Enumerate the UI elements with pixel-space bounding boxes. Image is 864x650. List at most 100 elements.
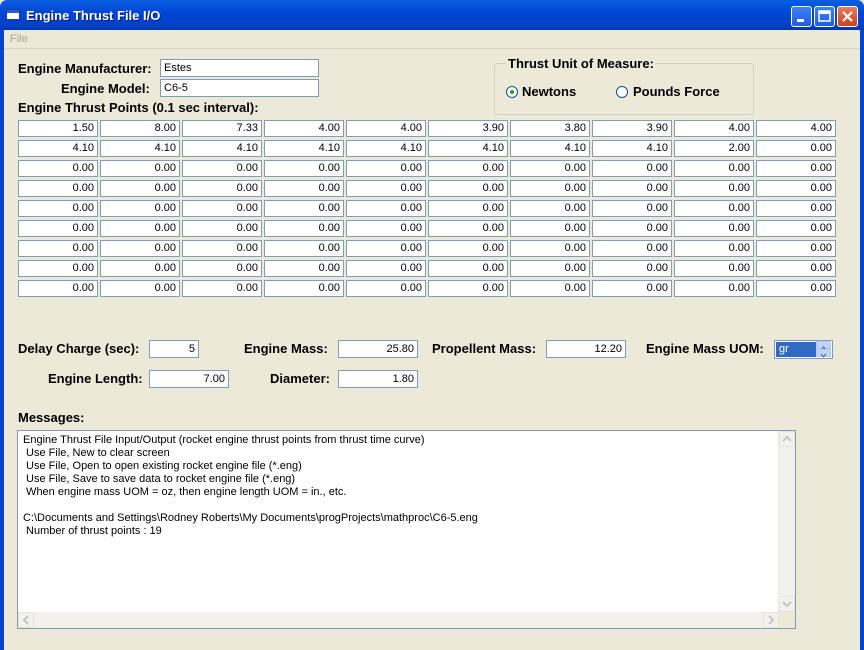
spin-down-button[interactable]	[816, 349, 831, 358]
thrust-point-cell[interactable]: 0.00	[674, 240, 754, 257]
scroll-right-button[interactable]	[763, 612, 779, 628]
thrust-point-cell[interactable]: 0.00	[756, 240, 836, 257]
thrust-point-cell[interactable]: 0.00	[346, 200, 426, 217]
thrust-point-cell[interactable]: 4.10	[346, 140, 426, 157]
thrust-point-cell[interactable]: 0.00	[182, 280, 262, 297]
thrust-point-cell[interactable]: 4.00	[346, 120, 426, 137]
thrust-point-cell[interactable]: 0.00	[428, 220, 508, 237]
thrust-point-cell[interactable]: 0.00	[182, 260, 262, 277]
thrust-point-cell[interactable]: 0.00	[100, 220, 180, 237]
newtons-radio[interactable]	[506, 86, 518, 98]
thrust-point-cell[interactable]: 0.00	[510, 280, 590, 297]
thrust-point-cell[interactable]: 0.00	[428, 280, 508, 297]
thrust-point-cell[interactable]: 0.00	[182, 200, 262, 217]
thrust-point-cell[interactable]: 1.50	[18, 120, 98, 137]
thrust-point-cell[interactable]: 3.80	[510, 120, 590, 137]
thrust-point-cell[interactable]: 0.00	[756, 260, 836, 277]
thrust-point-cell[interactable]: 0.00	[756, 160, 836, 177]
thrust-point-cell[interactable]: 0.00	[346, 280, 426, 297]
thrust-point-cell[interactable]: 4.10	[510, 140, 590, 157]
thrust-point-cell[interactable]: 0.00	[346, 220, 426, 237]
thrust-point-cell[interactable]: 0.00	[18, 180, 98, 197]
messages-textarea[interactable]: Engine Thrust File Input/Output (rocket …	[17, 430, 796, 629]
newtons-label[interactable]: Newtons	[522, 84, 576, 99]
title-bar[interactable]: Engine Thrust File I/O	[0, 0, 864, 30]
thrust-point-cell[interactable]: 0.00	[264, 260, 344, 277]
thrust-point-cell[interactable]: 0.00	[346, 160, 426, 177]
thrust-point-cell[interactable]: 0.00	[100, 200, 180, 217]
thrust-point-cell[interactable]: 0.00	[18, 200, 98, 217]
thrust-point-cell[interactable]: 0.00	[182, 220, 262, 237]
thrust-point-cell[interactable]: 0.00	[756, 140, 836, 157]
thrust-point-cell[interactable]: 0.00	[674, 220, 754, 237]
thrust-point-cell[interactable]: 0.00	[346, 240, 426, 257]
thrust-point-cell[interactable]: 0.00	[592, 260, 672, 277]
thrust-point-cell[interactable]: 0.00	[510, 240, 590, 257]
thrust-point-cell[interactable]: 4.00	[264, 120, 344, 137]
thrust-point-cell[interactable]: 0.00	[428, 260, 508, 277]
thrust-point-cell[interactable]: 0.00	[510, 260, 590, 277]
scroll-down-button[interactable]	[779, 596, 795, 612]
thrust-point-cell[interactable]: 0.00	[674, 280, 754, 297]
vertical-scrollbar[interactable]	[778, 431, 795, 612]
maximize-button[interactable]	[814, 6, 835, 27]
thrust-point-cell[interactable]: 0.00	[674, 160, 754, 177]
thrust-point-cell[interactable]: 0.00	[18, 280, 98, 297]
thrust-point-cell[interactable]: 3.90	[592, 120, 672, 137]
propellent-mass-field[interactable]: 12.20	[546, 340, 626, 358]
thrust-point-cell[interactable]: 4.10	[18, 140, 98, 157]
spin-up-button[interactable]	[816, 341, 831, 351]
minimize-button[interactable]	[791, 6, 812, 27]
thrust-point-cell[interactable]: 0.00	[182, 180, 262, 197]
thrust-point-cell[interactable]: 8.00	[100, 120, 180, 137]
thrust-point-cell[interactable]: 0.00	[18, 260, 98, 277]
thrust-point-cell[interactable]: 4.00	[674, 120, 754, 137]
thrust-point-cell[interactable]: 0.00	[674, 260, 754, 277]
thrust-point-cell[interactable]: 0.00	[264, 180, 344, 197]
thrust-point-cell[interactable]: 0.00	[592, 180, 672, 197]
thrust-point-cell[interactable]: 0.00	[100, 260, 180, 277]
thrust-point-cell[interactable]: 4.10	[100, 140, 180, 157]
thrust-point-cell[interactable]: 4.00	[756, 120, 836, 137]
thrust-point-cell[interactable]: 0.00	[428, 160, 508, 177]
model-field[interactable]: C6-5	[160, 79, 319, 97]
thrust-point-cell[interactable]: 0.00	[100, 180, 180, 197]
thrust-point-cell[interactable]: 0.00	[592, 280, 672, 297]
thrust-point-cell[interactable]: 4.10	[264, 140, 344, 157]
pounds-force-label[interactable]: Pounds Force	[633, 84, 720, 99]
thrust-point-cell[interactable]: 0.00	[510, 220, 590, 237]
thrust-point-cell[interactable]: 4.10	[428, 140, 508, 157]
thrust-point-cell[interactable]: 0.00	[592, 200, 672, 217]
thrust-point-cell[interactable]: 0.00	[592, 220, 672, 237]
thrust-point-cell[interactable]: 0.00	[18, 220, 98, 237]
thrust-point-cell[interactable]: 0.00	[100, 280, 180, 297]
thrust-point-cell[interactable]: 0.00	[18, 160, 98, 177]
thrust-point-cell[interactable]: 0.00	[756, 200, 836, 217]
thrust-point-cell[interactable]: 0.00	[264, 200, 344, 217]
engine-mass-field[interactable]: 25.80	[338, 340, 418, 358]
thrust-point-cell[interactable]: 0.00	[756, 220, 836, 237]
mass-uom-select[interactable]: gr	[774, 340, 833, 359]
thrust-point-cell[interactable]: 0.00	[346, 180, 426, 197]
thrust-point-cell[interactable]: 0.00	[100, 240, 180, 257]
engine-length-field[interactable]: 7.00	[149, 370, 229, 388]
thrust-point-cell[interactable]: 0.00	[674, 180, 754, 197]
pounds-force-radio[interactable]	[616, 86, 628, 98]
thrust-point-cell[interactable]: 0.00	[510, 160, 590, 177]
diameter-field[interactable]: 1.80	[338, 370, 418, 388]
thrust-point-cell[interactable]: 0.00	[100, 160, 180, 177]
thrust-point-cell[interactable]: 0.00	[182, 160, 262, 177]
thrust-point-cell[interactable]: 0.00	[674, 200, 754, 217]
scroll-up-button[interactable]	[779, 431, 795, 447]
thrust-point-cell[interactable]: 0.00	[264, 160, 344, 177]
thrust-point-cell[interactable]: 0.00	[18, 240, 98, 257]
thrust-point-cell[interactable]: 0.00	[510, 180, 590, 197]
thrust-point-cell[interactable]: 0.00	[346, 260, 426, 277]
close-button[interactable]	[837, 6, 858, 27]
thrust-point-cell[interactable]: 0.00	[428, 180, 508, 197]
thrust-point-cell[interactable]: 0.00	[264, 280, 344, 297]
thrust-point-cell[interactable]: 0.00	[592, 160, 672, 177]
horizontal-scrollbar[interactable]	[18, 612, 779, 628]
thrust-point-cell[interactable]: 0.00	[264, 240, 344, 257]
thrust-point-cell[interactable]: 7.33	[182, 120, 262, 137]
